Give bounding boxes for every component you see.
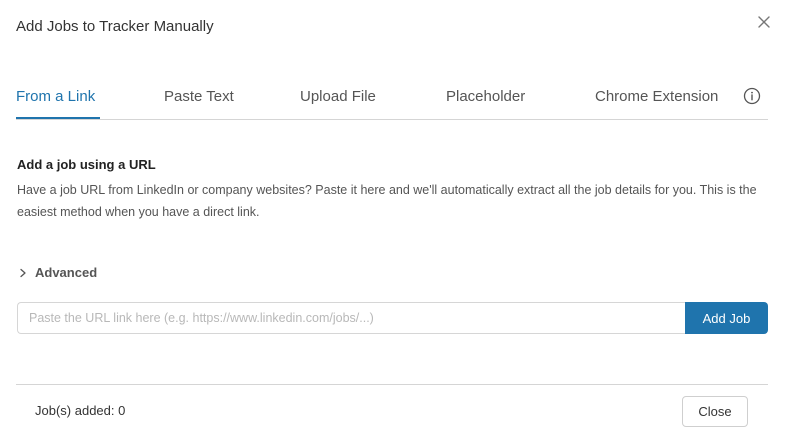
footer-divider — [16, 384, 768, 385]
section-heading: Add a job using a URL — [17, 157, 156, 172]
advanced-label: Advanced — [35, 265, 98, 280]
section-description: Have a job URL from LinkedIn or company … — [17, 183, 757, 219]
tab-placeholder[interactable]: Placeholder — [446, 88, 525, 105]
add-jobs-dialog: Add Jobs to Tracker Manually From a Link… — [0, 0, 787, 447]
info-circle-icon[interactable] — [743, 87, 761, 105]
tab-paste-text[interactable]: Paste Text — [164, 88, 234, 105]
close-button[interactable]: Close — [682, 396, 748, 427]
advanced-toggle[interactable]: Advanced — [18, 265, 97, 280]
dialog-title: Add Jobs to Tracker Manually — [16, 18, 214, 35]
tab-upload-file[interactable]: Upload File — [300, 88, 376, 105]
close-icon[interactable] — [756, 14, 772, 30]
chevron-right-icon — [20, 268, 26, 277]
tab-from-a-link[interactable]: From a Link — [16, 88, 95, 105]
add-job-button[interactable]: Add Job — [685, 302, 768, 334]
active-tab-indicator — [16, 117, 100, 119]
tab-bar: From a Link Paste Text Upload File Place… — [16, 78, 768, 120]
tab-chrome-extension[interactable]: Chrome Extension — [595, 88, 718, 105]
url-input[interactable] — [17, 302, 687, 334]
jobs-added-count: Job(s) added: 0 — [35, 403, 126, 418]
